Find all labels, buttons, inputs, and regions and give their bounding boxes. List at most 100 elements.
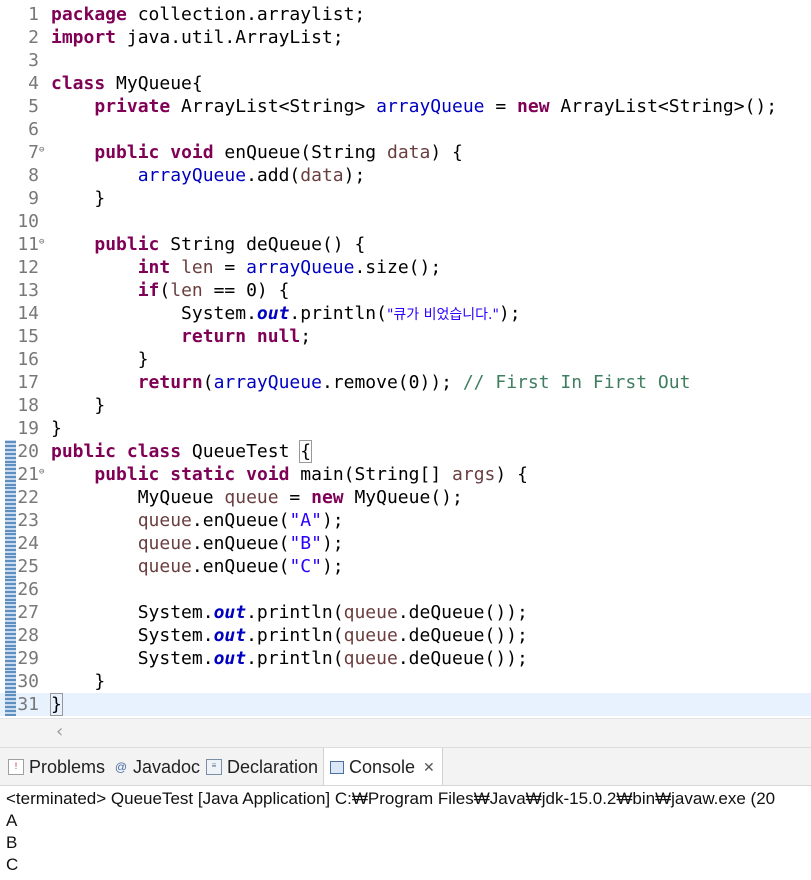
code-line[interactable]: 13 if(len == 0) { [0,279,811,302]
code-editor[interactable]: 1 package collection.arraylist; 2 import… [0,0,811,718]
line-number: 5 [28,96,39,117]
declaration-icon: ≡ [206,759,222,775]
line-number: 10 [17,211,39,232]
line-number: 9 [28,188,39,209]
code-line[interactable]: 20 public class QueueTest { [0,440,811,463]
javadoc-icon: @ [114,760,128,774]
scroll-left-icon[interactable]: ‹ [56,721,63,742]
line-number: 1 [28,4,39,25]
code-line[interactable]: 26 [0,578,811,601]
line-number: 31 [17,694,39,715]
code-line[interactable]: 8 arrayQueue.add(data); [0,164,811,187]
code-line[interactable]: 5 private ArrayList<String> arrayQueue =… [0,95,811,118]
close-tab-icon[interactable]: ✕ [423,759,435,776]
code-line[interactable]: 4 class MyQueue{ [0,72,811,95]
code-text: System.out.println(queue.deQueue()); [137,648,528,669]
code-text: System.out.println(queue.deQueue()); [137,625,528,646]
tab-declaration[interactable]: ≡ Declaration [206,748,318,786]
line-number: 27 [17,602,39,623]
code-text: import java.util.ArrayList; [51,27,344,48]
code-text: MyQueue queue = new MyQueue(); [137,487,463,508]
code-line[interactable]: 11 ⊖ public String deQueue() { [0,233,811,256]
code-text: class MyQueue{ [51,73,203,94]
code-line[interactable]: 1 package collection.arraylist; [0,3,811,26]
code-text: public class QueueTest { [51,440,313,463]
code-line[interactable]: 25 queue.enQueue("C"); [0,555,811,578]
view-tab-bar: ! Problems @ Javadoc ≡ Declaration Conso… [0,747,811,786]
code-line[interactable]: 15 return null; [0,325,811,348]
line-number: 28 [17,625,39,646]
console-icon [330,760,344,774]
code-text: queue.enQueue("A"); [137,510,344,531]
console-view[interactable]: <terminated> QueueTest [Java Application… [0,785,811,880]
code-line[interactable]: 21 ⊖ public static void main(String[] ar… [0,463,811,486]
code-text: } [51,418,62,439]
line-number: 24 [17,533,39,554]
code-text: package collection.arraylist; [51,4,366,25]
code-line[interactable]: 3 [0,49,811,72]
code-text: } [137,349,149,370]
code-line[interactable]: 30 } [0,670,811,693]
fold-toggle-icon[interactable]: ⊖ [39,146,44,155]
line-number: 19 [17,418,39,439]
line-number: 26 [17,579,39,600]
tab-problems[interactable]: ! Problems [8,748,105,786]
tab-label: Console [349,756,416,777]
tab-label: Javadoc [133,756,201,777]
code-line[interactable]: 19 } [0,417,811,440]
line-number: 25 [17,556,39,577]
code-text: int len = arrayQueue.size(); [137,257,442,278]
code-line[interactable]: 28 System.out.println(queue.deQueue()); [0,624,811,647]
tab-label: Problems [29,756,106,777]
code-text: public String deQueue() { [94,234,366,255]
code-line[interactable]: 9 } [0,187,811,210]
code-line[interactable]: 24 queue.enQueue("B"); [0,532,811,555]
code-line[interactable]: 12 int len = arrayQueue.size(); [0,256,811,279]
line-number: 29 [17,648,39,669]
line-number: 3 [28,50,39,71]
code-text: arrayQueue.add(data); [137,165,366,186]
code-line[interactable]: 16 } [0,348,811,371]
code-line[interactable]: 27 System.out.println(queue.deQueue()); [0,601,811,624]
console-output-line: C [6,855,19,874]
code-line[interactable]: 22 MyQueue queue = new MyQueue(); [0,486,811,509]
code-text: return(arrayQueue.remove(0)); // First I… [137,372,691,393]
code-line-current[interactable]: 31 } [0,693,811,716]
line-number: 7 [28,142,39,163]
line-number: 22 [17,487,39,508]
code-text: queue.enQueue("B"); [137,533,344,554]
line-number: 6 [28,119,39,140]
code-line[interactable]: 10 [0,210,811,233]
line-number: 14 [17,303,39,324]
horizontal-scrollbar[interactable]: ‹ [0,718,811,747]
code-text: if(len == 0) { [137,280,290,301]
code-line[interactable]: 6 [0,118,811,141]
line-number: 21 [17,464,39,485]
code-text: } [94,188,106,209]
code-text: public static void main(String[] args) { [94,464,528,485]
line-number: 23 [17,510,39,531]
tab-javadoc[interactable]: @ Javadoc [114,748,200,786]
tab-console[interactable]: Console ✕ [323,748,443,786]
console-status-line: <terminated> QueueTest [Java Application… [6,789,776,808]
line-number: 15 [17,326,39,347]
line-number: 20 [17,441,39,462]
text-caret [61,693,63,713]
line-number: 18 [17,395,39,416]
code-line[interactable]: 17 return(arrayQueue.remove(0)); // Firs… [0,371,811,394]
line-number: 30 [17,671,39,692]
matching-bracket: } [50,693,63,716]
line-number: 16 [17,349,39,370]
code-text: } [50,693,63,716]
code-text: System.out.println("큐가 비었습니다."); [181,303,521,324]
code-line[interactable]: 7 ⊖ public void enQueue(String data) { [0,141,811,164]
fold-toggle-icon[interactable]: ⊖ [39,468,44,477]
code-text: } [94,395,106,416]
code-text: queue.enQueue("C"); [137,556,344,577]
fold-toggle-icon[interactable]: ⊖ [39,238,44,247]
code-line[interactable]: 23 queue.enQueue("A"); [0,509,811,532]
code-line[interactable]: 2 import java.util.ArrayList; [0,26,811,49]
code-line[interactable]: 14 System.out.println("큐가 비었습니다."); [0,302,811,325]
code-line[interactable]: 29 System.out.println(queue.deQueue()); [0,647,811,670]
code-line[interactable]: 18 } [0,394,811,417]
